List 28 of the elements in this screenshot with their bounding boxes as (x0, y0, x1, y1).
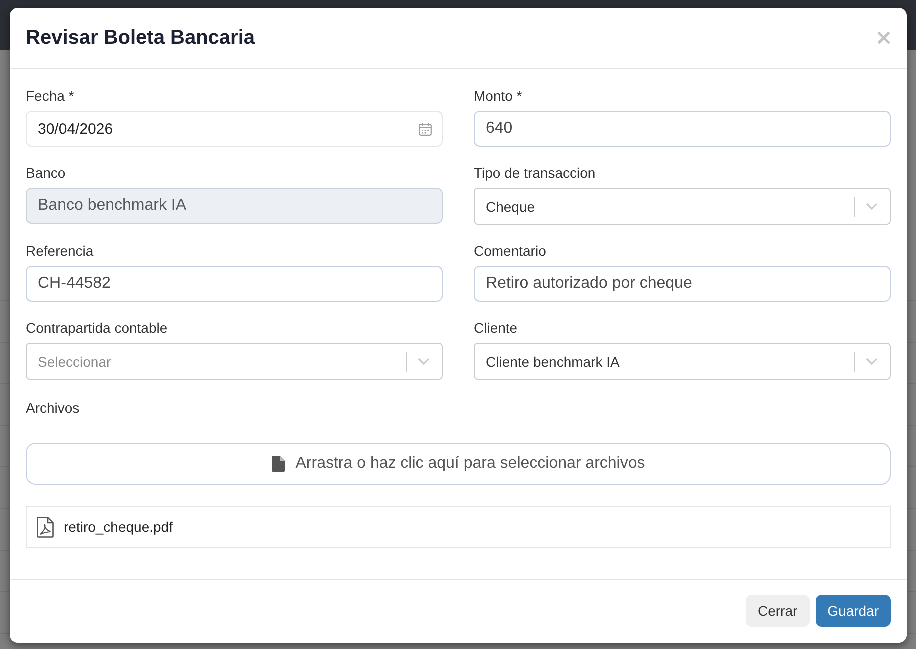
field-label: Monto * (474, 87, 522, 106)
text-field[interactable]: CH-44582 (26, 266, 443, 302)
field-label: Fecha * (26, 87, 74, 106)
chevron-down-icon (866, 358, 878, 365)
field-label: Banco (26, 164, 66, 183)
pdf-file-icon (37, 516, 54, 538)
close-icon (878, 32, 890, 44)
text-field[interactable]: 640 (474, 111, 891, 147)
text-field[interactable]: Retiro autorizado por cheque (474, 266, 891, 302)
field-label: Contrapartida contable (26, 319, 168, 338)
chevron-down-icon (418, 358, 430, 365)
dialog-title: Revisar Boleta Bancaria (26, 26, 256, 50)
close-button[interactable] (878, 32, 890, 44)
select-field[interactable]: Cliente benchmark IA (474, 343, 891, 380)
chevron-down-icon (866, 203, 878, 210)
date-field[interactable]: 30/04/2026 (26, 111, 443, 147)
field-label: Tipo de transaccion (474, 164, 596, 183)
file-icon (272, 456, 285, 472)
field-label: Comentario (474, 242, 546, 261)
calendar-icon (419, 122, 432, 136)
close-dialog-button[interactable]: Cerrar (746, 595, 810, 627)
field-label: Archivos (26, 399, 80, 418)
save-button[interactable]: Guardar (816, 595, 891, 627)
select-field[interactable]: Cheque (474, 188, 891, 225)
field-label: Referencia (26, 242, 94, 261)
file-name: retiro_cheque.pdf (64, 519, 173, 535)
field-label: Cliente (474, 319, 518, 338)
file-dropzone[interactable]: Arrastra o haz clic aquí para seleccionar archivos (26, 443, 891, 485)
